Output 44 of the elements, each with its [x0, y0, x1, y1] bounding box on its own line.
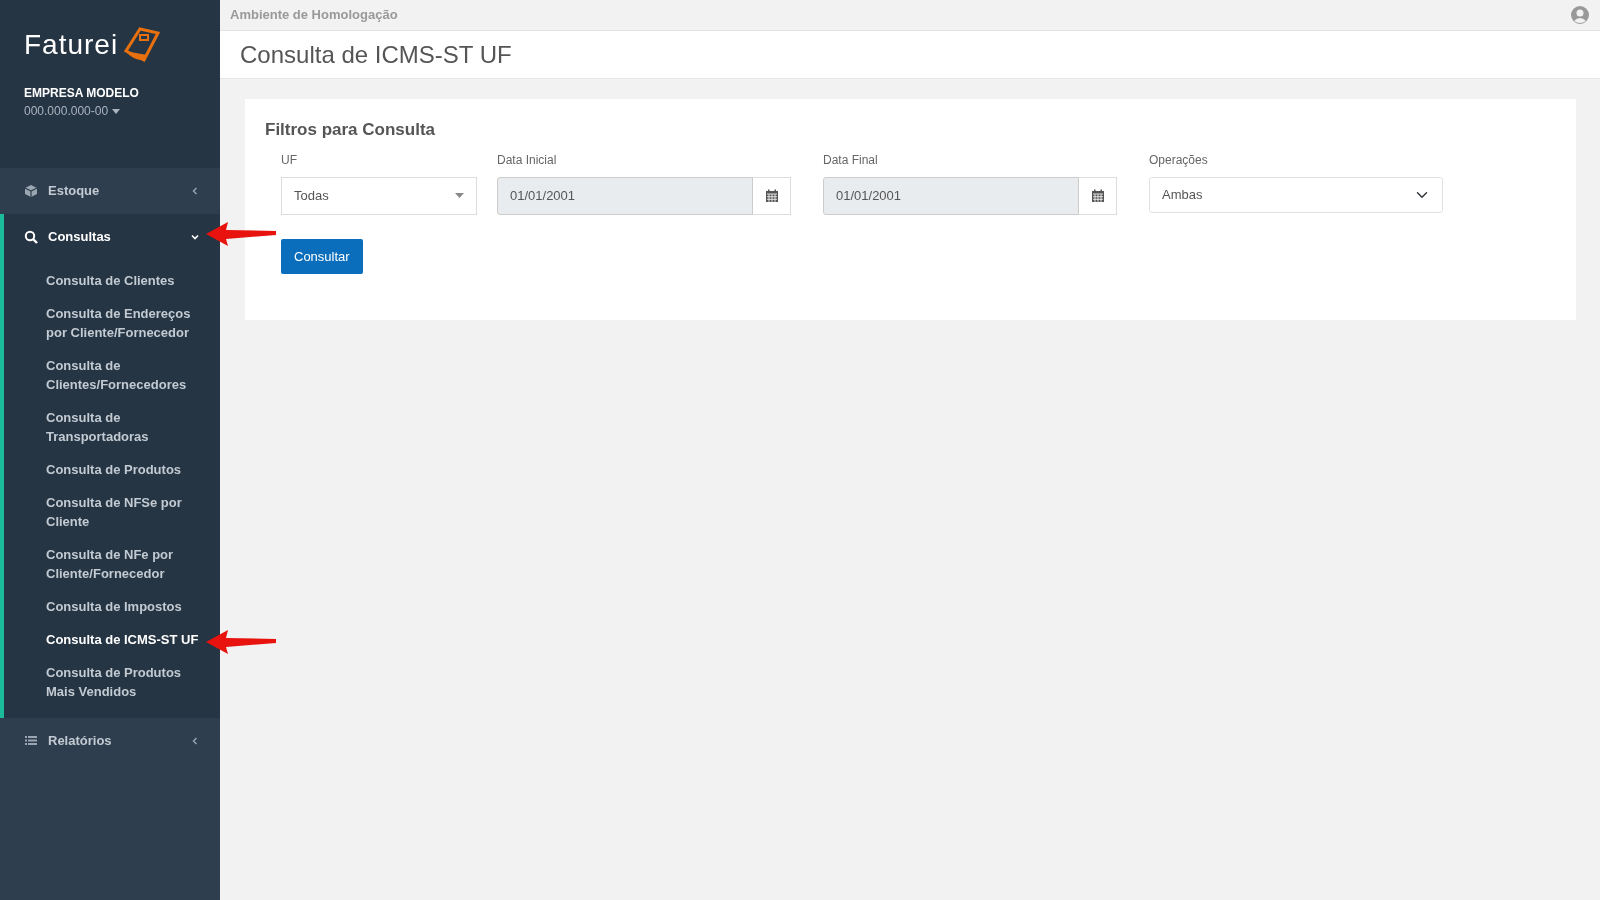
chevron-down-icon: [190, 232, 200, 242]
submenu-item[interactable]: Consulta de ICMS-ST UF: [46, 623, 199, 656]
submenu-item[interactable]: Consulta de Produtos: [46, 453, 182, 486]
field-label: Operações: [1149, 151, 1209, 169]
search-icon: [24, 230, 38, 244]
arrow-icon: [206, 630, 276, 654]
list-icon: [24, 734, 38, 748]
menu-item[interactable]: Consultas: [0, 214, 220, 260]
field-label: UF: [281, 151, 298, 169]
chevron-left-icon: [190, 736, 200, 746]
menu-item[interactable]: Relatórios: [0, 718, 220, 764]
environment-label: Ambiente de Homologação: [230, 6, 398, 25]
calendar-icon: [1090, 188, 1105, 203]
field-label: Data Final: [823, 151, 879, 169]
submenu-item[interactable]: Consulta de Clientes/Fornecedores: [46, 349, 204, 401]
submenu-item[interactable]: Consulta de NFe por Cliente/Fornecedor: [46, 538, 204, 590]
cube-icon: [24, 184, 38, 198]
submenu-item[interactable]: Consulta de Endereços por Cliente/Fornecedor: [46, 297, 204, 349]
caret-icon: [112, 108, 121, 114]
submenu-item[interactable]: Consulta de Transportadoras: [46, 401, 204, 453]
submenu-item[interactable]: Consulta de Produtos Mais Vendidos: [46, 656, 204, 708]
uf-select[interactable]: Todas: [281, 176, 477, 215]
arrow-icon: [206, 222, 276, 246]
submenu-item[interactable]: Consulta de Clientes: [46, 264, 175, 297]
calendar-button[interactable]: [753, 176, 791, 215]
submenu-item[interactable]: Consulta de NFSe por Cliente: [46, 486, 204, 538]
date-field[interactable]: 01/01/2001: [823, 176, 1079, 215]
company-document-dropdown[interactable]: 000.000.000-00: [24, 102, 220, 120]
operations-select[interactable]: Ambas: [1149, 176, 1443, 213]
date-field[interactable]: 01/01/2001: [497, 176, 753, 215]
submenu-item[interactable]: Consulta de Impostos: [46, 590, 182, 623]
chevron-left-icon: [190, 186, 200, 196]
company-name: EMPRESA MODELO: [24, 85, 140, 102]
menu-item[interactable]: Estoque: [0, 168, 220, 214]
consultar-button[interactable]: Consultar: [281, 238, 363, 274]
field-label: Data Inicial: [497, 151, 558, 169]
calendar-button[interactable]: [1079, 176, 1117, 215]
caret-icon: [455, 193, 464, 198]
logo-text: Faturei: [24, 28, 119, 62]
card-title: Filtros para Consulta: [265, 119, 437, 141]
calendar-icon: [764, 188, 779, 203]
page-title: Consulta de ICMS-ST UF: [240, 39, 512, 70]
logo-icon: [122, 27, 163, 63]
user-icon[interactable]: [1570, 5, 1590, 25]
